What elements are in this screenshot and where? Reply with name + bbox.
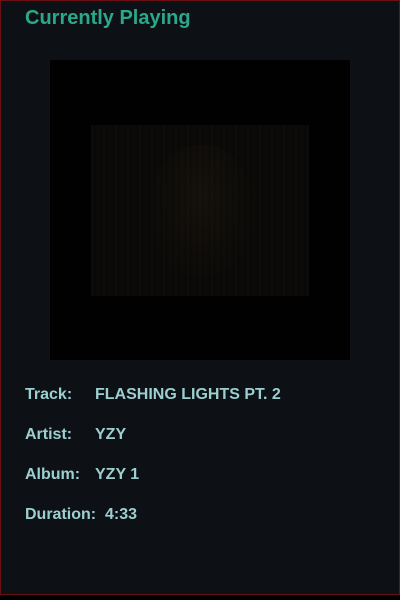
album-label: Album: [25, 466, 81, 483]
now-playing-panel: Currently Playing Track: FLASHING LIGHTS … [0, 0, 400, 595]
page-title: Currently Playing [25, 7, 191, 29]
track-value: FLASHING LIGHTS PT. 2 [95, 386, 281, 403]
track-label: Track: [25, 386, 73, 403]
album-value: YZY 1 [95, 466, 140, 483]
artist-value: YZY [95, 426, 127, 443]
album-cover-image [91, 125, 309, 296]
artist-label: Artist: [25, 426, 73, 443]
album-row: Album: YZY 1 [25, 466, 139, 484]
album-art [50, 60, 350, 360]
track-row: Track: FLASHING LIGHTS PT. 2 [25, 386, 281, 404]
duration-row: Duration: 4:33 [25, 506, 137, 524]
duration-label: Duration: [25, 506, 97, 523]
artist-row: Artist: YZY [25, 426, 126, 444]
duration-value: 4:33 [105, 506, 138, 523]
album-cover-texture [91, 125, 309, 296]
